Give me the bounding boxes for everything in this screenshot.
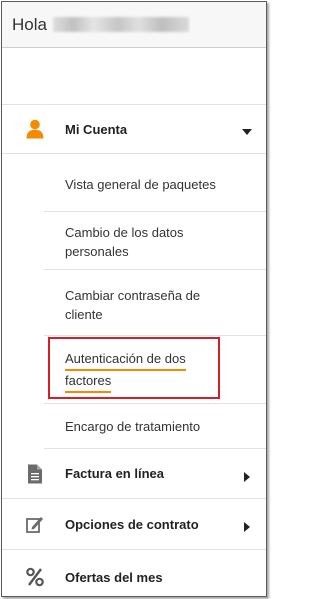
submenu-item-label: Autenticación de dos factores: [65, 349, 186, 393]
submenu-item-datos-personales[interactable]: Cambio de los datos personales: [44, 212, 266, 270]
header-spacer: [2, 48, 266, 105]
menu-item-label: Factura en línea: [65, 466, 164, 481]
submenu-item-encargo-tratamiento[interactable]: Encargo de tratamiento: [44, 404, 266, 449]
chevron-right-icon[interactable]: [242, 519, 252, 532]
label-line-2: personales: [65, 244, 129, 259]
menu-item-label: Mi Cuenta: [65, 121, 128, 137]
user-icon: [26, 119, 44, 139]
menu-item-factura-en-linea[interactable]: Factura en línea: [2, 449, 266, 499]
account-panel: Hola Mi Cuenta Vista general de paquetes…: [1, 1, 267, 597]
menu-item-label: Ofertas del mes: [65, 569, 163, 585]
submenu-item-label: Cambio de los datos personales: [65, 223, 184, 261]
menu-item-opciones-contrato[interactable]: Opciones de contrato: [2, 499, 266, 550]
chevron-right-icon[interactable]: [242, 469, 252, 482]
label-line-1: Cambio de los datos: [65, 225, 184, 240]
chevron-down-icon[interactable]: [242, 124, 252, 135]
submenu-item-label: Encargo de tratamiento: [65, 419, 201, 434]
submenu-item-label: Vista general de paquetes: [65, 177, 216, 192]
menu-item-label: Opciones de contrato: [65, 516, 199, 532]
edit-icon: [26, 514, 44, 534]
label-line-2: cliente: [65, 307, 103, 322]
label-line-1: Autenticación de dos: [65, 349, 186, 371]
menu-item-ofertas-del-mes[interactable]: Ofertas del mes: [2, 550, 266, 596]
document-icon: [26, 464, 44, 484]
greeting-text: Hola: [12, 14, 47, 34]
submenu-item-cambiar-contrasena[interactable]: Cambiar contraseña de cliente: [44, 270, 266, 336]
percent-icon: [26, 567, 44, 587]
submenu-item-label: Cambiar contraseña de cliente: [65, 286, 200, 324]
label-line-2: factores: [65, 371, 112, 393]
label-line-1: Cambiar contraseña de: [65, 288, 201, 303]
redacted-user-name: [52, 17, 189, 32]
submenu-item-paquetes[interactable]: Vista general de paquetes: [44, 154, 266, 212]
menu-item-mi-cuenta[interactable]: Mi Cuenta: [2, 105, 266, 154]
greeting-header: Hola: [2, 2, 266, 48]
submenu-item-autenticacion-dos-factores[interactable]: Autenticación de dos factores: [44, 336, 266, 404]
